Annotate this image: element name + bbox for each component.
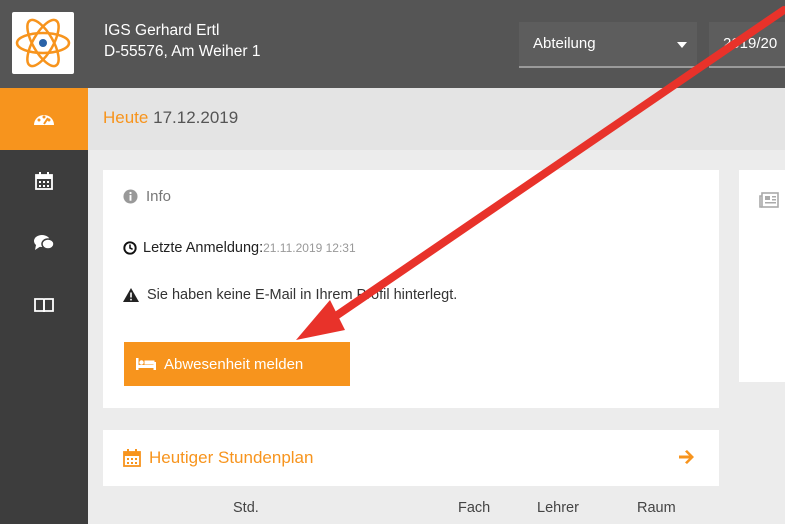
column-header-subject: Fach [458,500,491,516]
timetable-heading: Heutiger Stundenplan [123,448,313,468]
department-label: Abteilung [533,35,596,52]
top-bar: IGS Gerhard Ertl D-55576, Am Weiher 1 Ab… [0,0,785,88]
arrow-right-icon[interactable] [679,450,695,464]
info-heading: Info [123,188,171,205]
dashboard-icon [33,110,55,128]
newspaper-icon [759,192,779,208]
sidebar-item-dashboard[interactable] [0,88,88,150]
calendar-icon [35,172,53,190]
timetable-title: Heutiger Stundenplan [149,448,314,467]
timetable-header-row: Std. Fach Lehrer Raum [103,486,719,524]
date-header: Heute 17.12.2019 [88,88,785,150]
today-date: 17.12.2019 [153,108,239,127]
info-title: Info [146,188,172,205]
sidebar-item-calendar[interactable] [0,150,88,212]
chat-icon [33,234,55,252]
school-info: IGS Gerhard Ertl D-55576, Am Weiher 1 [104,20,261,62]
calendar-icon [123,449,141,467]
sidebar-item-book[interactable] [0,274,88,336]
school-address: D-55576, Am Weiher 1 [104,43,261,60]
chevron-down-icon [677,42,687,48]
school-year-label: 2019/20 [723,35,778,52]
sidebar [0,88,88,524]
bed-icon [136,358,156,370]
book-icon [34,297,54,313]
column-header-room: Raum [637,500,676,516]
report-absence-label: Abwesenheit melden [164,355,304,373]
email-warning-line: Sie haben keine E-Mail in Ihrem Profil h… [123,287,457,303]
atom-logo-icon [12,12,74,74]
email-warning-text: Sie haben keine E-Mail in Ihrem Profil h… [147,287,458,303]
news-card [739,170,785,382]
warning-icon [123,288,139,302]
sidebar-item-messages[interactable] [0,212,88,274]
last-login-value: 21.11.2019 12:31 [263,241,356,255]
school-logo[interactable] [0,0,88,88]
column-header-period: Std. [233,500,259,516]
school-name: IGS Gerhard Ertl [104,22,220,39]
last-login-line: Letzte Anmeldung: 21.11.2019 12:31 [123,240,356,256]
timetable-card: Heutiger Stundenplan Std. Fach Lehrer Ra… [103,430,719,524]
today-label: Heute [103,108,149,127]
info-circle-icon [123,189,138,204]
last-login-label: Letzte Anmeldung: [143,240,264,256]
department-dropdown[interactable]: Abteilung [519,22,697,68]
school-year-select[interactable]: 2019/20 [709,22,785,68]
column-header-teacher: Lehrer [537,500,579,516]
info-card: Info Letzte Anmeldung: 21.11.2019 12:31 … [103,170,719,408]
report-absence-button[interactable]: Abwesenheit melden [124,342,350,386]
today-heading: Heute 17.12.2019 [103,108,238,128]
clock-icon [123,241,137,255]
